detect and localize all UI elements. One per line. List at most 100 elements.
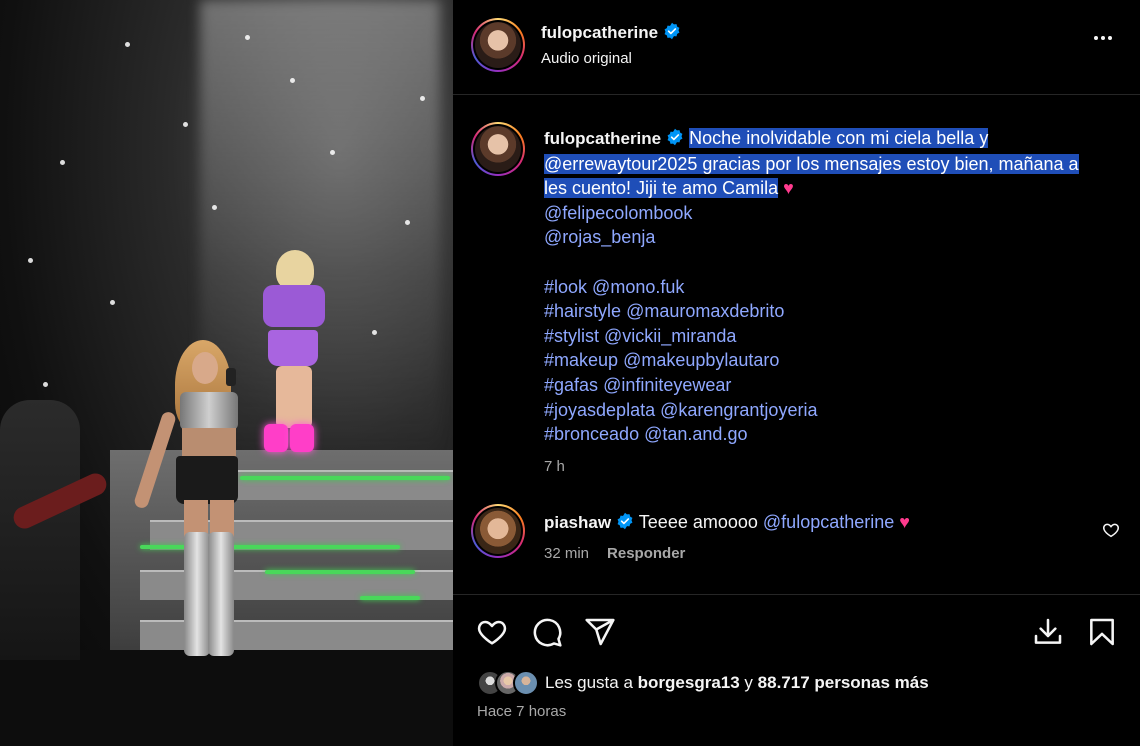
credit-line: #hairstyle @mauromaxdebrito — [544, 299, 1124, 324]
credit-line: #bronceado @tan.and.go — [544, 422, 1124, 447]
hashtag-link[interactable]: #look — [544, 277, 587, 297]
credit-line: #joyasdeplata @karengrantjoyeria — [544, 398, 1124, 423]
save-bookmark-icon[interactable] — [1085, 616, 1119, 648]
credit-line: #look @mono.fuk — [544, 275, 1124, 300]
performer-purple-skirt — [268, 330, 318, 366]
caption-text: Noche inolvidable con mi ciela bella y — [689, 128, 989, 148]
heart-emoji-icon: ♥ — [783, 178, 794, 199]
hashtag-link[interactable]: #gafas — [544, 375, 598, 395]
performer-silver-top — [180, 392, 238, 430]
caption-text: les cuento! Jiji te amo Camila — [544, 178, 779, 199]
mention-link[interactable]: @mono.fuk — [592, 277, 684, 297]
caption-text: @errewaytour2025 gracias por los mensaje… — [544, 153, 1079, 174]
stage-light — [140, 545, 400, 549]
comment-timestamp[interactable]: 32 min — [544, 545, 589, 562]
confetti — [420, 96, 425, 101]
mention-link[interactable]: @makeupbylautaro — [623, 350, 779, 370]
credit-line: #gafas @infiniteyewear — [544, 373, 1124, 398]
share-send-icon[interactable] — [583, 616, 617, 648]
hashtag-link[interactable]: #bronceado — [544, 424, 639, 444]
action-bar — [453, 606, 1140, 656]
credit-line: #stylist @vickii_miranda — [544, 324, 1124, 349]
stage-light — [240, 476, 450, 480]
post-panel: fulopcatherine Audio original fulopcathe… — [453, 0, 1140, 746]
verified-badge-icon — [617, 512, 633, 530]
confetti — [330, 150, 335, 155]
stage-floor — [0, 650, 453, 746]
download-icon[interactable] — [1031, 616, 1065, 648]
performer-silver-boot — [208, 532, 234, 656]
more-horizontal-icon[interactable] — [1094, 36, 1112, 40]
performer-silver-boot — [184, 532, 210, 656]
likes-prefix: Les gusta a — [545, 673, 633, 692]
avatar-image — [475, 126, 521, 172]
likes-count[interactable]: 88.717 personas más — [758, 673, 929, 692]
confetti — [372, 330, 377, 335]
likes-summary: Les gusta a borgesgra13 y 88.717 persona… — [477, 670, 929, 696]
liker-username[interactable]: borgesgra13 — [638, 673, 740, 692]
audio-label[interactable]: Audio original — [541, 50, 632, 67]
performer-purple-boot — [264, 424, 288, 452]
confetti — [43, 382, 48, 387]
performer-silver-shorts — [176, 456, 238, 504]
liker-avatar[interactable] — [513, 670, 539, 696]
guitarist — [0, 400, 80, 660]
mention-link[interactable]: @mauromaxdebrito — [626, 301, 784, 321]
author-avatar[interactable] — [471, 18, 525, 72]
confetti — [183, 122, 188, 127]
microphone — [226, 368, 236, 386]
mention-link[interactable]: @infiniteyewear — [603, 375, 731, 395]
like-heart-icon[interactable] — [475, 616, 509, 648]
confetti — [405, 220, 410, 225]
avatar-image — [475, 508, 521, 554]
mention-link[interactable]: @rojas_benja — [544, 225, 1124, 250]
actions-divider — [453, 594, 1140, 595]
reply-button[interactable]: Responder — [607, 545, 685, 562]
heart-emoji-icon: ♥ — [899, 512, 910, 532]
credit-line: #makeup @makeupbylautaro — [544, 348, 1124, 373]
performer-purple-boot — [290, 424, 314, 452]
verified-badge-icon — [664, 22, 680, 40]
confetti — [212, 205, 217, 210]
verified-badge-icon — [667, 128, 683, 146]
hashtag-link[interactable]: #stylist — [544, 326, 599, 346]
caption-author[interactable]: fulopcatherine — [544, 129, 661, 148]
mention-link[interactable]: @fulopcatherine — [763, 512, 894, 532]
performer-silver-face — [192, 352, 218, 384]
mention-link[interactable]: @karengrantjoyeria — [660, 400, 817, 420]
author-username[interactable]: fulopcatherine — [541, 23, 658, 42]
confetti — [28, 258, 33, 263]
comment-bubble-icon[interactable] — [530, 616, 564, 648]
post-media[interactable] — [0, 0, 453, 746]
caption-author-avatar[interactable] — [471, 122, 525, 176]
post-caption: fulopcatherine Noche inolvidable con mi … — [544, 126, 1124, 479]
likes-connector: y — [744, 673, 753, 692]
confetti — [245, 35, 250, 40]
mention-link[interactable]: @tan.and.go — [644, 424, 747, 444]
confetti — [60, 160, 65, 165]
post-author[interactable]: fulopcatherine — [541, 22, 681, 43]
performer-purple-legs — [276, 366, 312, 428]
stage-step — [230, 470, 453, 500]
stage-light — [265, 570, 415, 574]
caption-timestamp[interactable]: 7 h — [544, 455, 1124, 480]
mention-link[interactable]: @felipecolombook — [544, 201, 1124, 226]
comment-like-heart-icon[interactable] — [1102, 521, 1120, 539]
performer-purple — [276, 250, 314, 290]
header-divider — [453, 94, 1140, 95]
comment-text: Teeee amoooo — [638, 512, 758, 532]
mention-link[interactable]: @vickii_miranda — [604, 326, 736, 346]
hashtag-link[interactable]: #makeup — [544, 350, 618, 370]
performer-silver-body — [182, 428, 236, 458]
stage-light — [360, 596, 420, 600]
confetti — [290, 78, 295, 83]
comment-item: piashaw Teeee amoooo @fulopcatherine ♥ 3… — [544, 510, 1084, 562]
avatar-image — [475, 22, 521, 68]
commenter-avatar[interactable] — [471, 504, 525, 558]
hashtag-link[interactable]: #hairstyle — [544, 301, 621, 321]
post-timestamp[interactable]: Hace 7 horas — [477, 703, 566, 720]
confetti — [110, 300, 115, 305]
spotlight — [200, 0, 440, 460]
commenter-username[interactable]: piashaw — [544, 513, 611, 532]
hashtag-link[interactable]: #joyasdeplata — [544, 400, 655, 420]
